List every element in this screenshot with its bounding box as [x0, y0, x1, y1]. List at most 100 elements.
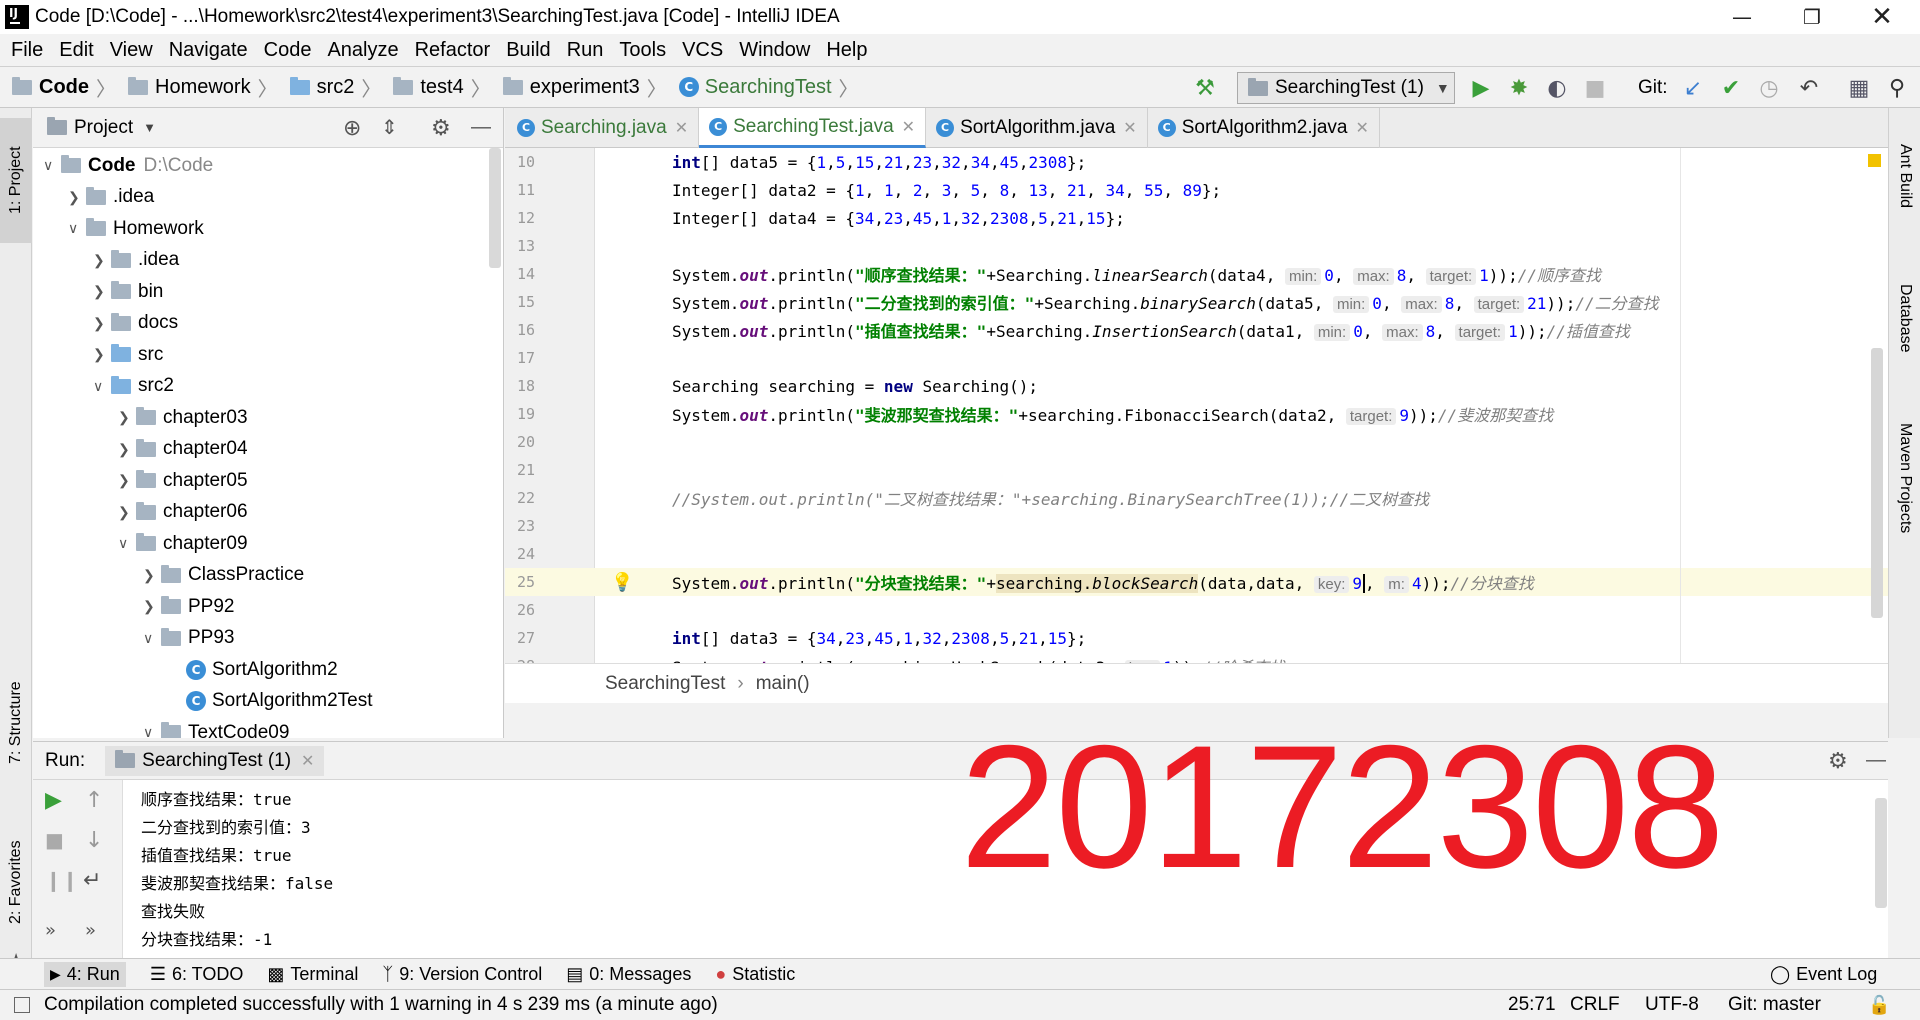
- git-branch[interactable]: Git: master: [1728, 994, 1821, 1016]
- minimize-icon[interactable]: —: [1712, 0, 1772, 34]
- tab-database[interactable]: Database: [1889, 256, 1920, 381]
- chevron-right-icon[interactable]: ❯: [68, 189, 86, 206]
- tree-item[interactable]: C SortAlgorithm2: [168, 654, 338, 685]
- menu-view[interactable]: View: [102, 39, 161, 62]
- tree-item[interactable]: ❯ .idea: [93, 245, 179, 276]
- tree-item[interactable]: ∨ TextCode09: [143, 717, 289, 738]
- menu-vcs[interactable]: VCS: [674, 39, 731, 62]
- search-icon[interactable]: ⚲: [1884, 75, 1910, 101]
- code-area[interactable]: 10 int[] data5 = {1,5,15,21,23,32,34,45,2…: [505, 148, 1888, 663]
- gear-icon[interactable]: ⚙: [1828, 748, 1848, 774]
- git-update-icon[interactable]: ↙: [1680, 75, 1706, 101]
- tree-item[interactable]: ∨ Code D:\Code: [43, 150, 213, 181]
- chevron-right-icon[interactable]: ❯: [93, 315, 111, 332]
- locate-icon[interactable]: ⊕: [343, 115, 361, 141]
- chevron-right-icon[interactable]: ❯: [118, 409, 136, 426]
- chevron-right-icon[interactable]: ❯: [118, 441, 136, 458]
- menu-help[interactable]: Help: [818, 39, 875, 62]
- close-tab-icon[interactable]: ✕: [1356, 118, 1369, 138]
- menu-analyze[interactable]: Analyze: [319, 39, 406, 62]
- tree-item[interactable]: ∨ chapter09: [118, 528, 248, 559]
- chevron-down-icon[interactable]: ∨: [118, 535, 136, 552]
- crumb-class[interactable]: SearchingTest: [605, 673, 725, 695]
- tree-item[interactable]: ❯ .idea: [68, 182, 154, 213]
- tab-searchingtest-java[interactable]: C SearchingTest.java ✕: [699, 108, 927, 148]
- lightbulb-icon[interactable]: 💡: [611, 572, 633, 593]
- editor-scrollbar[interactable]: [1871, 348, 1883, 618]
- tree-item[interactable]: ❯ src: [93, 339, 163, 370]
- git-rollback-icon[interactable]: ↶: [1796, 75, 1822, 101]
- chevron-down-icon[interactable]: ∨: [68, 220, 86, 237]
- pause-icon[interactable]: ❙❙: [45, 868, 79, 892]
- tab-maven-projects[interactable]: Maven Projects: [1889, 398, 1920, 558]
- close-tab-icon[interactable]: ✕: [301, 751, 314, 771]
- chevron-right-icon[interactable]: ❯: [143, 567, 161, 584]
- breadcrumb-test4[interactable]: test4 〉: [393, 73, 491, 102]
- chevron-down-icon[interactable]: ∨: [93, 378, 111, 395]
- tab-project[interactable]: 1: Project: [0, 118, 32, 243]
- breadcrumb-searchingtest[interactable]: C SearchingTest 〉: [678, 73, 859, 102]
- breadcrumb-src2[interactable]: src2 〉: [289, 73, 381, 102]
- chevron-right-icon[interactable]: ❯: [93, 252, 111, 269]
- tree-item[interactable]: ❯ chapter03: [118, 402, 248, 433]
- tab-run[interactable]: ▶ 4: Run: [44, 961, 126, 987]
- breadcrumb-homework[interactable]: Homework 〉: [128, 73, 278, 102]
- tab-favorites[interactable]: 2: Favorites: [0, 820, 32, 945]
- output-scrollbar[interactable]: [1875, 798, 1887, 908]
- chevron-right-icon[interactable]: ❯: [118, 472, 136, 489]
- tab-todo[interactable]: ☰ 6: TODO: [150, 964, 244, 985]
- tree-item[interactable]: ∨ Homework: [68, 213, 204, 244]
- tab-terminal[interactable]: ▩ Terminal: [267, 964, 358, 985]
- git-commit-icon[interactable]: ✔: [1718, 75, 1744, 101]
- chevron-right-icon[interactable]: ❯: [118, 504, 136, 521]
- crumb-method[interactable]: main(): [756, 673, 810, 695]
- collapse-all-icon[interactable]: ⇕: [381, 115, 398, 140]
- down-arrow-icon[interactable]: ↓: [85, 828, 103, 853]
- tree-item[interactable]: ❯ bin: [93, 276, 163, 307]
- chevron-right-icon[interactable]: ❯: [93, 346, 111, 363]
- tab-version-control[interactable]: ᛉ 9: Version Control: [382, 964, 542, 985]
- tab-sortalgorithm-java[interactable]: C SortAlgorithm.java ✕: [926, 108, 1148, 148]
- tab-messages[interactable]: ▤ 0: Messages: [566, 964, 691, 985]
- chevron-down-icon[interactable]: ▼: [143, 120, 156, 135]
- toggle-tool-windows-icon[interactable]: [14, 997, 30, 1013]
- menu-code[interactable]: Code: [256, 39, 320, 62]
- project-view-select[interactable]: Project: [74, 117, 133, 139]
- tree-item[interactable]: C SortAlgorithm2Test: [168, 686, 373, 717]
- close-tab-icon[interactable]: ✕: [902, 117, 915, 137]
- tree-item[interactable]: ❯ chapter06: [118, 497, 248, 528]
- file-encoding[interactable]: UTF-8: [1645, 994, 1699, 1016]
- cursor-position[interactable]: 25:71: [1508, 994, 1556, 1016]
- close-icon[interactable]: ✕: [1852, 0, 1912, 34]
- menu-file[interactable]: File: [3, 39, 51, 62]
- breadcrumb-experiment3[interactable]: experiment3 〉: [502, 73, 667, 102]
- restore-icon[interactable]: ❐: [1782, 0, 1842, 34]
- tab-ant-build[interactable]: Ant Build: [1889, 116, 1920, 236]
- tree-item[interactable]: ∨ src2: [93, 371, 174, 402]
- chevron-right-icon[interactable]: ❯: [93, 283, 111, 300]
- lock-icon[interactable]: 🔓: [1868, 995, 1890, 1016]
- tree-item[interactable]: ∨ PP93: [143, 623, 234, 654]
- menu-window[interactable]: Window: [731, 39, 818, 62]
- coverage-icon[interactable]: ◐: [1544, 75, 1570, 101]
- tab-structure[interactable]: 7: Structure: [0, 663, 32, 783]
- menu-run[interactable]: Run: [559, 39, 612, 62]
- up-arrow-icon[interactable]: ↑: [85, 788, 103, 813]
- tree-item[interactable]: ❯ docs: [93, 308, 178, 339]
- hide-icon[interactable]: —: [471, 116, 491, 139]
- tree-item[interactable]: ❯ ClassPractice: [143, 560, 304, 591]
- tree-item[interactable]: ❯ chapter04: [118, 434, 248, 465]
- run-config-select[interactable]: SearchingTest (1) ▼: [1237, 72, 1455, 104]
- gear-icon[interactable]: ⚙: [431, 115, 451, 141]
- run-tab[interactable]: SearchingTest (1) ✕: [105, 745, 325, 776]
- chevron-right-icon[interactable]: ❯: [143, 598, 161, 615]
- debug-icon[interactable]: ✸: [1506, 75, 1532, 101]
- build-hammer-icon[interactable]: ⚒: [1192, 75, 1218, 101]
- menu-edit[interactable]: Edit: [51, 39, 101, 62]
- tab-statistic[interactable]: ● Statistic: [715, 964, 795, 985]
- chevron-down-icon[interactable]: ∨: [143, 630, 161, 647]
- project-structure-icon[interactable]: ▦: [1846, 75, 1872, 101]
- menu-tools[interactable]: Tools: [611, 39, 674, 62]
- tree-scrollbar[interactable]: [489, 148, 501, 268]
- close-tab-icon[interactable]: ✕: [675, 118, 688, 138]
